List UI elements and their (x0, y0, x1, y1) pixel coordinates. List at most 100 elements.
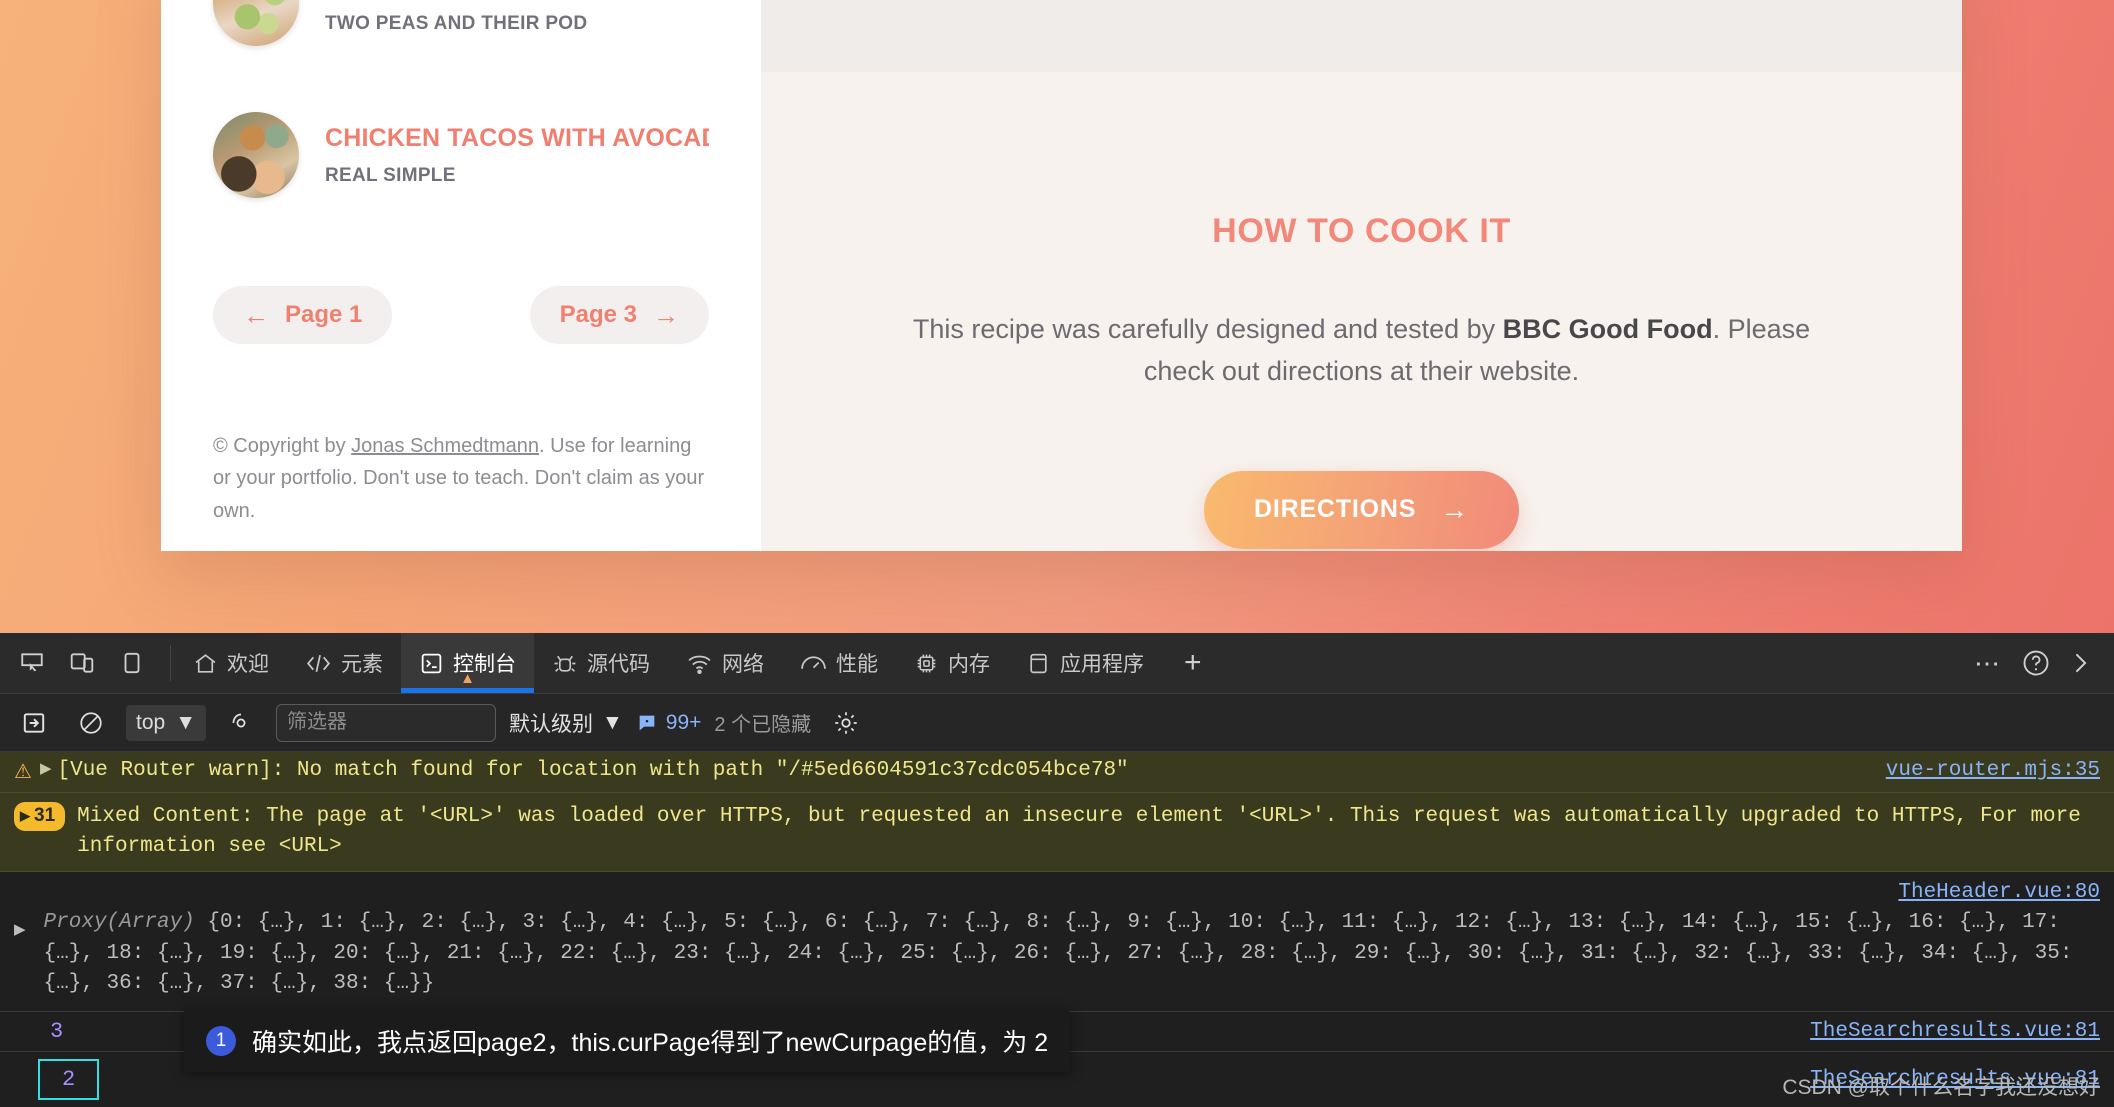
performance-icon (801, 655, 826, 669)
tab-welcome-label: 欢迎 (227, 653, 269, 676)
annotation-tooltip: 1 确实如此，我点返回page2，this.curPage得到了newCurpa… (184, 1010, 1071, 1072)
log-level-select[interactable]: 默认级别 ▼ (509, 708, 623, 738)
tab-sources[interactable]: 源代码 (534, 633, 668, 693)
prev-page-label: Page 1 (285, 301, 363, 328)
dock-side-icon[interactable] (110, 641, 154, 685)
tab-performance-label: 性能 (836, 653, 878, 676)
chevron-down-icon: ▼ (602, 710, 623, 734)
warning-triangle-icon: ⚠ (14, 762, 32, 785)
console-row-object[interactable]: TheHeader.vue:80 ▶ Proxy(Array) {0: {…},… (0, 871, 2114, 1013)
arrow-right-icon: → (653, 300, 679, 330)
console-message: Mixed Content: The page at '<URL>' was l… (77, 805, 2081, 858)
issues-count: 99+ (665, 710, 702, 734)
ingredients-list: ✓ 3 tbsps olive oil (761, 0, 1962, 72)
directions-button[interactable]: DIRECTIONS → (1204, 470, 1519, 549)
recipe-title[interactable]: AVOCADO PITA PIZZA WITH CIL... (325, 0, 709, 1)
result-text: AVOCADO PITA PIZZA WITH CIL... TWO PEAS … (325, 0, 709, 35)
directions-label: DIRECTIONS (1254, 495, 1417, 524)
copyright-prefix: © Copyright by (213, 435, 352, 457)
source-link[interactable]: TheHeader.vue:80 (1898, 881, 2100, 904)
recipe-thumbnail-icon (213, 0, 299, 46)
devtools-tabs: 欢迎 元素 控制台 ▲ 源代码 网络 性能 内存 应用程序 + (175, 633, 1966, 693)
devtools-right-controls: ⋯ (1966, 633, 2114, 693)
recipe-publisher: TWO PEAS AND THEIR POD (325, 12, 588, 34)
repeat-count: 31 (34, 805, 56, 826)
execution-context-select[interactable]: top ▼ (126, 704, 206, 741)
recipe-app-viewport: AVOCADO PITA PIZZA WITH CIL... TWO PEAS … (0, 0, 2114, 633)
recipe-thumbnail-icon (213, 112, 299, 198)
list-item[interactable]: CHICKEN TACOS WITH AVOCAD... REAL SIMPLE (213, 112, 709, 198)
close-devtools-icon[interactable] (2062, 641, 2106, 685)
annotation-text: 确实如此，我点返回page2，this.curPage得到了newCurpage… (252, 1029, 1049, 1057)
clear-console-icon[interactable] (69, 701, 113, 745)
device-toolbar-icon[interactable] (60, 641, 104, 685)
recipe-publisher: REAL SIMPLE (325, 164, 456, 186)
watermark: CSDN @取个什么名字我还没想好 (1782, 1076, 2100, 1099)
devtools-tabbar: 欢迎 元素 控制台 ▲ 源代码 网络 性能 内存 应用程序 + ⋯ (0, 633, 2114, 694)
home-icon (195, 653, 216, 673)
tab-memory[interactable]: 内存 (896, 633, 1008, 693)
arrow-left-icon: ← (243, 300, 269, 330)
repeat-count-badge: ▶ 31 (14, 802, 66, 831)
annotation-badge: 1 (206, 1026, 236, 1056)
expand-arrow-icon[interactable]: ▶ (14, 920, 26, 942)
devtools-left-icons (0, 633, 166, 693)
tab-welcome[interactable]: 欢迎 (175, 633, 287, 693)
live-expression-icon[interactable] (219, 701, 263, 745)
gear-icon[interactable] (824, 701, 868, 745)
tab-elements[interactable]: 元素 (287, 633, 401, 693)
how-to-cook-title: HOW TO COOK IT (1212, 212, 1511, 250)
context-value: top (136, 710, 166, 734)
next-page-label: Page 3 (559, 301, 637, 328)
source-link[interactable]: vue-router.mjs:35 (1886, 759, 2100, 782)
sidebar-toggle-icon[interactable] (12, 701, 56, 745)
issues-badge[interactable]: 99+ (636, 710, 702, 735)
console-filter-bar: top ▼ 默认级别 ▼ 99+ 2 个已隐藏 (0, 694, 2114, 752)
list-item[interactable]: AVOCADO PITA PIZZA WITH CIL... TWO PEAS … (213, 0, 709, 46)
code-brackets-icon (306, 654, 331, 672)
tab-performance[interactable]: 性能 (782, 633, 896, 693)
source-link-wrapper: TheHeader.vue:80 (14, 878, 2100, 908)
expand-arrow-icon[interactable]: ▶ (40, 759, 52, 778)
issues-icon (639, 715, 655, 730)
recipe-card: AVOCADO PITA PIZZA WITH CIL... TWO PEAS … (161, 0, 1962, 551)
desc-publisher: BBC Good Food (1502, 314, 1713, 344)
tab-application-label: 应用程序 (1060, 653, 1144, 676)
devtools-panel: 欢迎 元素 控制台 ▲ 源代码 网络 性能 内存 应用程序 + ⋯ top ▼ … (0, 633, 2114, 1107)
recipe-title[interactable]: CHICKEN TACOS WITH AVOCAD... (325, 124, 709, 153)
expand-arrow-icon: ▶ (20, 808, 30, 824)
add-tab-button[interactable]: + (1162, 633, 1224, 693)
object-preview: ▶ Proxy(Array) {0: {…}, 1: {…}, 2: {…}, … (14, 908, 2100, 999)
how-to-cook-section: HOW TO COOK IT This recipe was carefully… (761, 72, 1962, 549)
help-icon[interactable] (2014, 641, 2058, 685)
search-input[interactable] (276, 703, 496, 742)
inspect-element-icon[interactable] (10, 641, 54, 685)
next-page-button[interactable]: Page 3 → (529, 286, 709, 344)
how-to-cook-description: This recipe was carefully designed and t… (912, 309, 1812, 393)
source-link[interactable]: TheSearchresults.vue:81 (1810, 1020, 2100, 1043)
prev-page-button[interactable]: ← Page 1 (213, 286, 393, 344)
console-row-warning[interactable]: ⚠ ▶ [Vue Router warn]: No match found fo… (0, 752, 2114, 793)
tab-memory-label: 内存 (948, 653, 990, 676)
warning-indicator-icon: ▲ (460, 670, 475, 687)
network-icon (688, 655, 711, 674)
console-icon (421, 653, 442, 673)
hidden-messages-label: 2 个已隐藏 (714, 714, 812, 736)
more-options-button[interactable]: ⋯ (1966, 641, 2010, 685)
tab-network-label: 网络 (722, 653, 764, 676)
search-results-panel: AVOCADO PITA PIZZA WITH CIL... TWO PEAS … (161, 0, 761, 551)
tab-elements-label: 元素 (341, 653, 383, 676)
tab-network[interactable]: 网络 (668, 633, 782, 693)
object-type-label: Proxy(Array) (43, 911, 195, 935)
sources-icon (554, 655, 576, 672)
application-icon (1030, 653, 1047, 673)
author-link[interactable]: Jonas Schmedtmann (351, 435, 539, 457)
desc-before: This recipe was carefully designed and t… (912, 314, 1503, 344)
console-row-error[interactable]: ▶ 31 Mixed Content: The page at '<URL>' … (0, 793, 2114, 872)
tab-application[interactable]: 应用程序 (1008, 633, 1162, 693)
pagination: ← Page 1 Page 3 → (213, 286, 709, 344)
chevron-down-icon: ▼ (175, 710, 196, 734)
result-text: CHICKEN TACOS WITH AVOCAD... REAL SIMPLE (325, 124, 709, 187)
tab-console[interactable]: 控制台 ▲ (401, 633, 534, 693)
logged-value: 2 (38, 1059, 100, 1101)
